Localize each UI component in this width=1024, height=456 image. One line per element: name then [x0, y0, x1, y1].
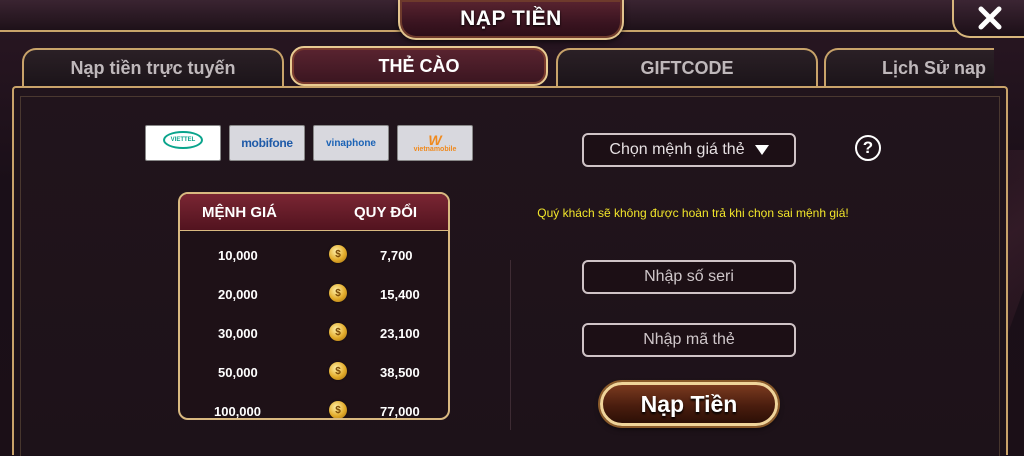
submit-button-label: Nạp Tiền [640, 390, 738, 417]
card-code-input[interactable] [582, 323, 796, 357]
close-icon [978, 6, 1002, 30]
coin-icon: $ [329, 362, 347, 380]
row-exchange: 23,100 [380, 326, 420, 341]
denomination-select-value: Chọn mệnh giá thẻ [609, 141, 745, 158]
tab-label: Lịch Sử nap [882, 57, 987, 78]
row-exchange: 38,500 [380, 365, 420, 380]
serial-input[interactable] [582, 260, 796, 294]
dropdown-arrow-icon [754, 145, 769, 155]
row-exchange: 77,000 [380, 404, 420, 419]
page-title: NẠP TIỀN [460, 7, 562, 30]
tab-label: THẺ CÀO [378, 55, 460, 76]
row-value: 20,000 [218, 287, 258, 302]
warning-message: Quý khách sẽ không được hoàn trả khi chọ… [537, 206, 849, 220]
row-value: 50,000 [218, 365, 258, 380]
viettel-tagline [182, 150, 183, 155]
vietnamobile-logo: vietnamobile [413, 145, 457, 153]
table-row: 10,000 $ 7,700 [180, 236, 448, 275]
tab-label: GIFTCODE [640, 57, 734, 78]
title-plate: NẠP TIỀN [398, 0, 624, 40]
vietnamobile-mark-icon: W [428, 131, 442, 148]
tab-scratch-card[interactable]: THẺ CÀO [290, 46, 548, 86]
mobifone-logo: mobifone [241, 136, 293, 150]
vinaphone-logo: vinaphone [325, 137, 376, 149]
denomination-select[interactable]: Chọn mệnh giá thẻ [582, 133, 796, 167]
col-header-value: MỆNH GIÁ [202, 204, 277, 221]
help-icon[interactable]: ? [855, 135, 881, 161]
tab-label: Nạp tiền trực tuyến [70, 57, 236, 78]
carrier-vinaphone[interactable]: vinaphone [313, 125, 389, 161]
row-value: 30,000 [218, 326, 258, 341]
table-row: 20,000 $ 15,400 [180, 275, 448, 314]
row-exchange: 15,400 [380, 287, 420, 302]
coin-icon: $ [329, 323, 347, 341]
table-row: 100,000 $ 77,000 [180, 392, 448, 419]
panel-divider [510, 260, 511, 430]
row-exchange: 7,700 [380, 248, 413, 263]
table-row: 50,000 $ 38,500 [180, 353, 448, 392]
coin-icon: $ [329, 284, 347, 302]
row-value: 10,000 [218, 248, 258, 263]
col-header-exchange: QUY ĐỔI [354, 204, 418, 221]
table-row: 30,000 $ 23,100 [180, 314, 448, 353]
tab-history[interactable]: Lịch Sử nap [824, 48, 994, 86]
submit-button[interactable]: Nạp Tiền [600, 382, 778, 426]
tab-giftcode[interactable]: GIFTCODE [556, 48, 818, 86]
row-value: 100,000 [214, 404, 261, 419]
rate-table: MỆNH GIÁ QUY ĐỔI 10,000 $ 7,700 20,000 $… [178, 192, 450, 420]
carrier-vietnamobile[interactable]: W vietnamobile [397, 125, 473, 161]
viettel-logo: VIETTEL [163, 131, 203, 149]
rate-table-header: MỆNH GIÁ QUY ĐỔI [180, 194, 448, 231]
coin-icon: $ [329, 245, 347, 263]
close-button[interactable] [952, 0, 1024, 38]
carrier-mobifone[interactable]: mobifone [229, 125, 305, 161]
tab-online-topup[interactable]: Nạp tiền trực tuyến [22, 48, 284, 86]
coin-icon: $ [329, 401, 347, 418]
carrier-viettel[interactable]: VIETTEL [145, 125, 221, 161]
